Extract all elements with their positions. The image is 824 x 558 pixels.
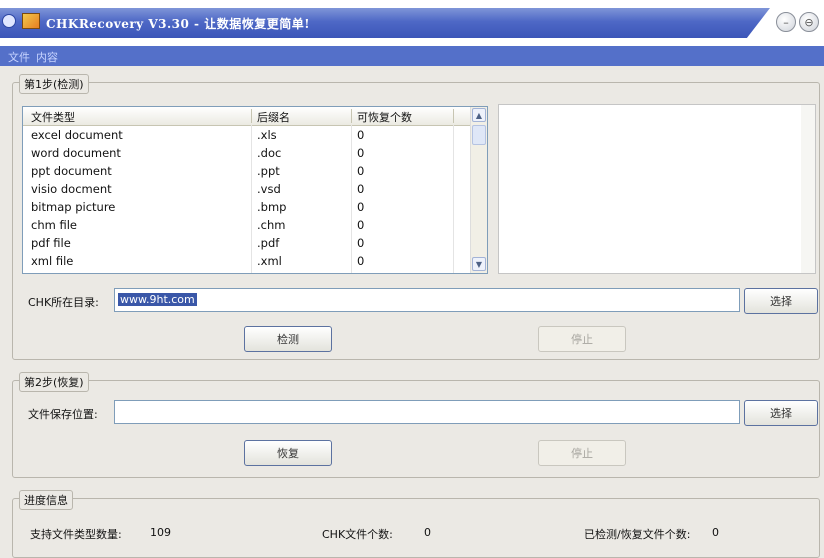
chk-count-value: 0 — [424, 526, 431, 539]
step2-legend: 第2步(恢复) — [19, 372, 89, 392]
detect-button[interactable]: 检测 — [244, 326, 332, 352]
cell-type: xml file — [31, 254, 74, 268]
cell-count: 0 — [357, 200, 365, 214]
table-row[interactable]: chm file .chm 0 — [23, 217, 471, 235]
title-bar: CHKRecovery V3.30 - 让数据恢复更简单! – ⊖ — [0, 0, 824, 46]
menu-item-file[interactable]: 文件 — [8, 49, 30, 65]
chk-dir-value: www.9ht.com — [118, 293, 197, 306]
log-pane[interactable] — [498, 104, 816, 274]
cell-ext: .bmp — [257, 200, 287, 214]
processed-count-label: 已检测/恢复文件个数: — [584, 528, 691, 541]
cell-ext: .xls — [257, 128, 277, 142]
table-row[interactable]: word document .doc 0 — [23, 145, 471, 163]
close-icon: ⊖ — [804, 15, 814, 29]
table-row[interactable]: pdf file .pdf 0 — [23, 235, 471, 253]
cell-count: 0 — [357, 236, 365, 250]
table-row[interactable]: excel document .xls 0 — [23, 127, 471, 145]
scroll-up-icon[interactable]: ▲ — [472, 108, 486, 122]
progress-group: 进度信息 — [12, 490, 820, 558]
browse-save-button[interactable]: 选择 — [744, 400, 818, 426]
scroll-down-icon[interactable]: ▼ — [472, 257, 486, 271]
list-scrollbar[interactable]: ▲ ▼ — [470, 107, 487, 273]
menu-item-content[interactable]: 内容 — [36, 49, 58, 65]
minimize-icon: – — [783, 15, 789, 29]
menu-bar: 文件 内容 — [0, 46, 824, 66]
cell-count: 0 — [357, 254, 365, 268]
chk-count-label: CHK文件个数: — [322, 528, 393, 541]
log-pane-scrollbar[interactable] — [801, 105, 815, 273]
save-location-label: 文件保存位置: — [28, 408, 98, 421]
table-row[interactable]: visio docment .vsd 0 — [23, 181, 471, 199]
column-header-type[interactable]: 文件类型 — [31, 109, 75, 125]
close-button[interactable]: ⊖ — [799, 12, 819, 32]
cell-type: chm file — [31, 218, 77, 232]
file-type-list[interactable]: 文件类型 后缀名 可恢复个数 excel document .xls 0 wor… — [22, 106, 488, 274]
cell-ext: .vsd — [257, 182, 281, 196]
recover-button[interactable]: 恢复 — [244, 440, 332, 466]
supported-types-label: 支持文件类型数量: — [30, 528, 122, 541]
table-row[interactable]: xml file .xml 0 — [23, 253, 471, 271]
cell-ext: .chm — [257, 218, 286, 232]
cell-type: pdf file — [31, 236, 71, 250]
system-menu-icon[interactable] — [2, 14, 16, 28]
progress-legend: 进度信息 — [19, 490, 73, 510]
cell-ext: .ppt — [257, 164, 280, 178]
cell-count: 0 — [357, 218, 365, 232]
save-location-input[interactable] — [114, 400, 740, 424]
chk-dir-label: CHK所在目录: — [28, 296, 99, 309]
cell-type: excel document — [31, 128, 123, 142]
cell-ext: .doc — [257, 146, 282, 160]
scroll-thumb[interactable] — [472, 125, 486, 145]
processed-count-value: 0 — [712, 526, 719, 539]
cell-count: 0 — [357, 164, 365, 178]
step1-legend: 第1步(检测) — [19, 74, 89, 94]
cell-count: 0 — [357, 182, 365, 196]
column-header-ext[interactable]: 后缀名 — [257, 109, 290, 125]
cell-ext: .xml — [257, 254, 282, 268]
supported-types-value: 109 — [150, 526, 171, 539]
cell-type: bitmap picture — [31, 200, 116, 214]
cell-type: visio docment — [31, 182, 112, 196]
cell-count: 0 — [357, 128, 365, 142]
step2-group: 第2步(恢复) — [12, 372, 820, 478]
cell-type: ppt document — [31, 164, 112, 178]
app-icon — [22, 13, 40, 29]
cell-ext: .pdf — [257, 236, 280, 250]
cell-type: word document — [31, 146, 121, 160]
list-header: 文件类型 后缀名 可恢复个数 — [23, 107, 471, 126]
stop-detect-button[interactable]: 停止 — [538, 326, 626, 352]
window-title: CHKRecovery V3.30 - 让数据恢复更简单! — [46, 17, 310, 31]
minimize-button[interactable]: – — [776, 12, 796, 32]
table-row[interactable]: bitmap picture .bmp 0 — [23, 199, 471, 217]
stop-recover-button[interactable]: 停止 — [538, 440, 626, 466]
column-header-count[interactable]: 可恢复个数 — [357, 109, 412, 125]
chk-dir-input[interactable]: www.9ht.com — [114, 288, 740, 312]
cell-count: 0 — [357, 146, 365, 160]
table-row[interactable]: ppt document .ppt 0 — [23, 163, 471, 181]
browse-dir-button[interactable]: 选择 — [744, 288, 818, 314]
